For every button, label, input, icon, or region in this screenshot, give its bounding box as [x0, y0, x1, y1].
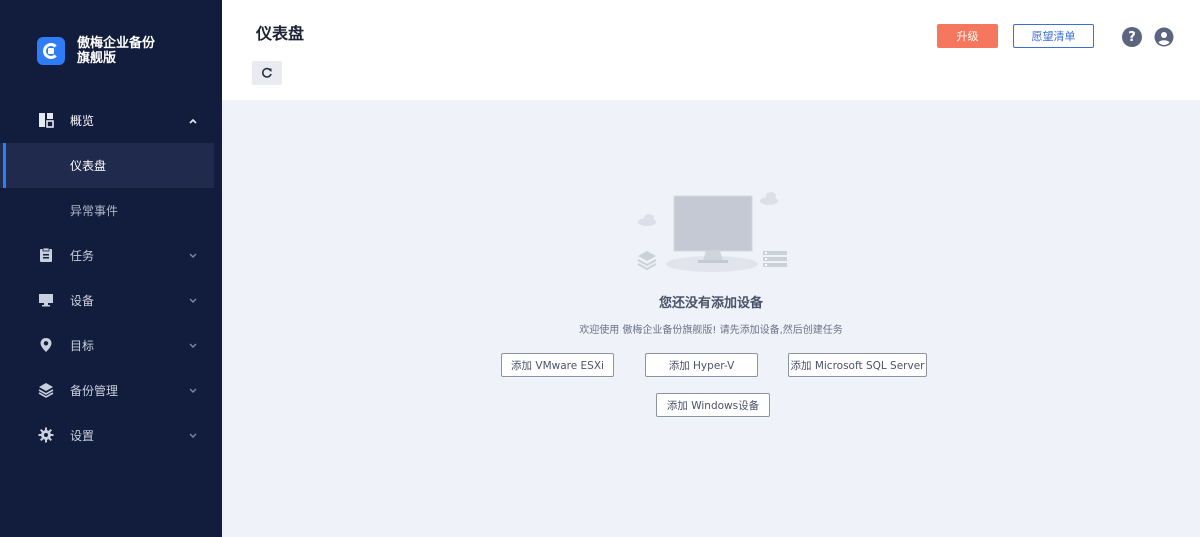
empty-state-description: 欢迎使用 傲梅企业备份旗舰版! 请先添加设备,然后创建任务	[579, 325, 843, 336]
chevron-down-icon	[189, 433, 197, 438]
brand-name: 傲梅企业备份	[77, 36, 156, 51]
sidebar-item-devices[interactable]: 设备	[0, 278, 222, 323]
no-device-illustration-icon	[637, 192, 787, 272]
refresh-icon	[262, 67, 272, 78]
add-vmware-esxi-button[interactable]: 添加 VMware ESXi	[501, 353, 614, 377]
sidebar-item-label: 概览	[70, 114, 95, 128]
sidebar-item-alerts[interactable]: 异常事件	[0, 188, 222, 233]
chevron-up-icon	[189, 118, 197, 124]
sidebar-item-label: 备份管理	[70, 384, 119, 398]
sidebar-item-tasks[interactable]: 任务	[0, 233, 222, 278]
brand: 傲梅企业备份 旗舰版	[37, 36, 155, 66]
monitor-icon	[39, 294, 53, 307]
chevron-down-icon	[189, 253, 197, 258]
upgrade-button[interactable]: 升级	[937, 24, 998, 48]
layers-icon	[38, 383, 54, 398]
add-windows-device-button[interactable]: 添加 Windows设备	[656, 393, 770, 417]
add-hyper-v-button[interactable]: 添加 Hyper-V	[645, 353, 758, 377]
sidebar-item-backup-management[interactable]: 备份管理	[0, 368, 222, 413]
chevron-down-icon	[189, 343, 197, 348]
add-sql-server-button[interactable]: 添加 Microsoft SQL Server	[788, 353, 927, 377]
user-avatar-icon[interactable]	[1154, 27, 1174, 47]
sidebar-item-label: 仪表盘	[70, 159, 107, 173]
sidebar-item-label: 目标	[70, 339, 95, 353]
clipboard-icon	[40, 247, 52, 262]
chevron-down-icon	[189, 388, 197, 393]
chevron-down-icon	[189, 298, 197, 303]
brand-edition: 旗舰版	[77, 51, 117, 66]
help-icon[interactable]: ?	[1122, 27, 1142, 47]
sidebar-item-label: 任务	[70, 249, 95, 263]
dashboard-icon	[39, 113, 54, 128]
header: 仪表盘 升级 愿望清单 ?	[222, 0, 1200, 100]
empty-state-title: 您还没有添加设备	[658, 296, 763, 311]
sidebar-item-label: 设置	[70, 429, 95, 443]
sidebar-item-label: 异常事件	[70, 204, 119, 218]
sidebar: 傲梅企业备份 旗舰版 概览 仪表盘 异常事件 任务 设备 目标 备份管理 设置	[0, 0, 222, 537]
empty-state: 您还没有添加设备 欢迎使用 傲梅企业备份旗舰版! 请先添加设备,然后创建任务 添…	[222, 100, 1200, 537]
refresh-button[interactable]	[252, 61, 282, 85]
sidebar-item-settings[interactable]: 设置	[0, 413, 222, 458]
brand-logo-icon	[37, 37, 65, 65]
sidebar-item-overview[interactable]: 概览	[0, 98, 222, 143]
location-pin-icon	[40, 338, 52, 352]
sidebar-item-label: 设备	[70, 294, 95, 308]
page-title: 仪表盘	[256, 24, 305, 43]
wishlist-button[interactable]: 愿望清单	[1013, 24, 1094, 48]
sidebar-item-dashboard[interactable]: 仪表盘	[0, 143, 214, 188]
gear-icon	[38, 427, 54, 443]
sidebar-menu: 概览 仪表盘 异常事件 任务 设备 目标 备份管理 设置	[0, 98, 222, 458]
sidebar-item-targets[interactable]: 目标	[0, 323, 222, 368]
